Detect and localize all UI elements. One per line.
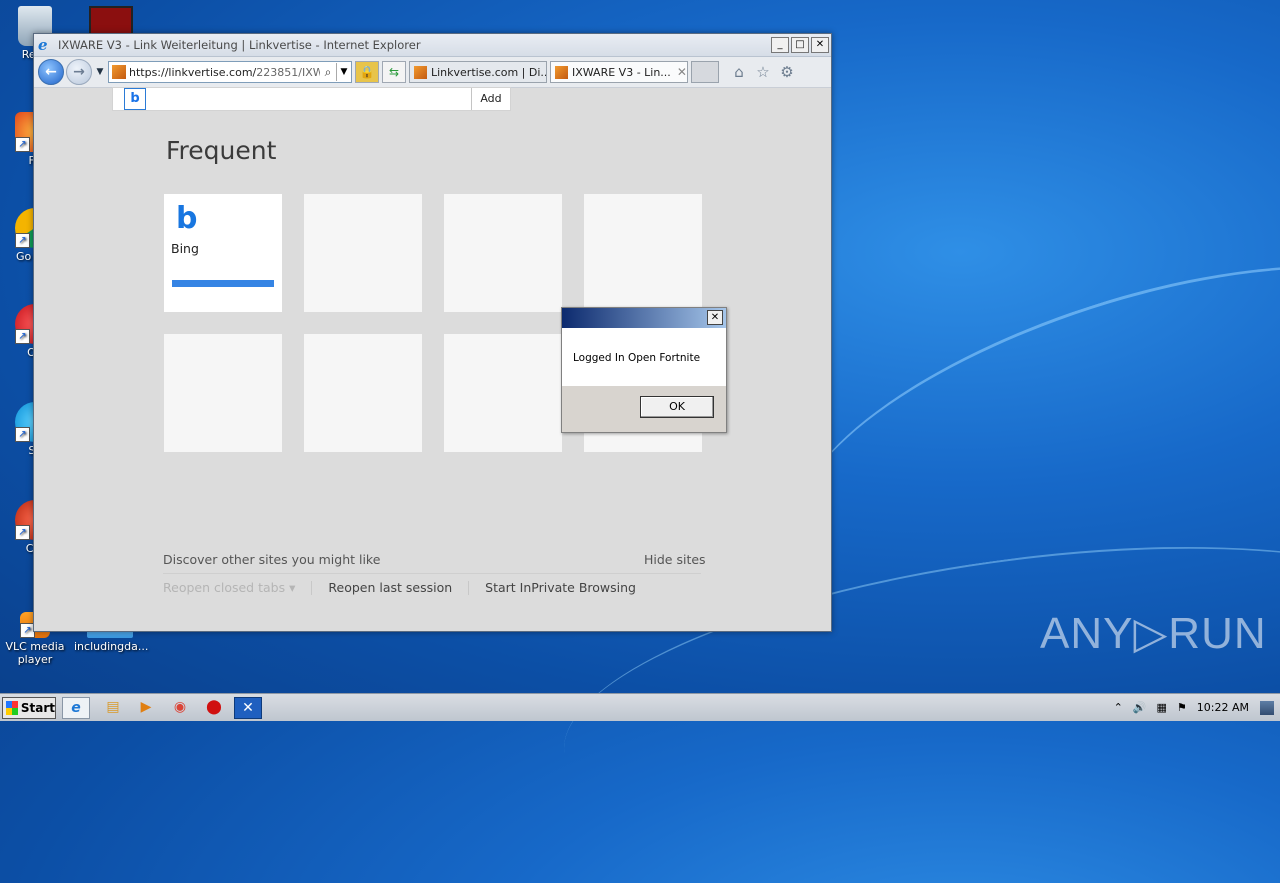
clock[interactable]: 10:22 AM [1197, 701, 1249, 714]
close-tab-icon[interactable]: ✕ [677, 65, 687, 79]
home-icon[interactable]: ⌂ [729, 63, 749, 81]
ie-logo-icon: e [38, 36, 48, 54]
desktop-icon-label: VLC media player [5, 640, 65, 666]
new-tab-button[interactable] [691, 61, 719, 83]
divider [311, 580, 313, 595]
navigation-bar: ← → ▼ https://linkvertise.com/223851/IXW… [34, 57, 831, 88]
ie-titlebar[interactable]: e IXWARE V3 - Link Weiterleitung | Linkv… [34, 34, 831, 57]
search-icon[interactable]: ⌕ [320, 65, 336, 80]
address-url-host: https://linkvertise.com/ [129, 65, 257, 79]
dialog-titlebar[interactable]: ✕ [562, 308, 726, 328]
tile-bing[interactable]: b Bing [164, 194, 282, 312]
message-dialog: ✕ Logged In Open Fortnite OK [561, 307, 727, 433]
tile-empty[interactable] [584, 194, 702, 312]
taskbar-app-icon[interactable]: ✕ [234, 697, 262, 719]
action-center-flag-icon[interactable]: ⚑ [1177, 701, 1187, 714]
shortcut-arrow-icon: ↗ [15, 233, 30, 248]
forward-button[interactable]: → [66, 59, 92, 85]
shortcut-arrow-icon: ↗ [15, 525, 30, 540]
tile-activity-bar [172, 280, 274, 287]
tab-label: IXWARE V3 - Lin... [572, 65, 671, 79]
back-button[interactable]: ← [38, 59, 64, 85]
inprivate-browsing-link[interactable]: Start InPrivate Browsing [485, 580, 636, 595]
tile-empty[interactable] [164, 334, 282, 452]
site-favicon-icon [112, 65, 126, 79]
tray-expand-icon[interactable]: ⌃ [1114, 701, 1123, 714]
tab-favicon-icon [555, 65, 568, 79]
bing-search-input[interactable] [146, 87, 471, 111]
windows-flag-icon [6, 701, 18, 715]
frequent-heading: Frequent [166, 136, 277, 165]
add-button[interactable]: Add [471, 88, 510, 110]
favorites-star-icon[interactable]: ☆ [753, 63, 773, 81]
shortcut-arrow-icon: ↗ [15, 137, 30, 152]
taskbar-ie-icon[interactable]: e [62, 697, 90, 719]
address-dropdown-icon[interactable]: ▼ [336, 63, 351, 81]
start-button[interactable]: Start [2, 697, 56, 719]
shortcut-arrow-icon: ↗ [15, 427, 30, 442]
maximize-button[interactable]: □ [791, 37, 809, 53]
address-bar[interactable]: https://linkvertise.com/223851/IXWAREV: … [108, 61, 352, 83]
chevron-down-icon: ▾ [289, 580, 296, 595]
address-url-path: 223851/IXWAREV: [256, 65, 320, 79]
pdf-file-icon [89, 6, 133, 36]
bing-search-bar: b Add [112, 87, 511, 111]
bing-logo-icon: b [124, 88, 146, 110]
dialog-message: Logged In Open Fortnite [573, 352, 701, 364]
tile-empty[interactable] [304, 334, 422, 452]
bing-icon: b [176, 201, 198, 236]
reopen-last-session-link[interactable]: Reopen last session [328, 580, 452, 595]
window-title: IXWARE V3 - Link Weiterleitung | Linkver… [58, 38, 421, 52]
shortcut-arrow-icon: ↗ [15, 329, 30, 344]
volume-icon[interactable]: 🔊 [1133, 701, 1147, 714]
tile-empty[interactable] [444, 194, 562, 312]
tile-label: Bing [171, 241, 199, 256]
reopen-closed-tabs-link[interactable]: Reopen closed tabs ▾ [163, 580, 295, 595]
tab-ixware[interactable]: IXWARE V3 - Lin... ✕ [550, 61, 688, 83]
discover-sites-link[interactable]: Discover other sites you might like [163, 552, 380, 567]
tile-empty[interactable] [304, 194, 422, 312]
ok-button[interactable]: OK [640, 396, 714, 418]
taskbar: Start e ▤ ▶ ◉ ⬤ ✕ ⌃ 🔊 ▦ ⚑ 10:22 AM [0, 693, 1280, 721]
taskbar-media-player-icon[interactable]: ▶ [133, 697, 159, 717]
close-window-button[interactable]: ✕ [811, 37, 829, 53]
start-label: Start [20, 701, 55, 715]
dialog-close-button[interactable]: ✕ [707, 310, 723, 325]
system-tray: ⌃ 🔊 ▦ ⚑ 10:22 AM [1109, 694, 1280, 721]
show-desktop-button[interactable] [1260, 700, 1274, 715]
history-dropdown-icon[interactable]: ▼ [94, 67, 106, 77]
taskbar-explorer-icon[interactable]: ▤ [100, 697, 126, 717]
tab-label: Linkvertise.com | Di... [431, 65, 547, 79]
reopen-closed-tabs-label: Reopen closed tabs [163, 580, 286, 595]
divider [468, 580, 470, 595]
network-icon[interactable]: ▦ [1157, 701, 1167, 714]
hide-sites-link[interactable]: Hide sites [644, 552, 706, 567]
lock-icon[interactable]: 🔒 [355, 61, 379, 83]
tab-linkvertise[interactable]: Linkvertise.com | Di... [409, 61, 547, 83]
taskbar-chrome-icon[interactable]: ◉ [167, 697, 193, 717]
tab-favicon-icon [414, 65, 427, 79]
divider [163, 573, 701, 574]
desktop-icon-label: includingda... [74, 640, 149, 653]
settings-gear-icon[interactable]: ⚙ [777, 63, 797, 81]
tile-empty[interactable] [444, 334, 562, 452]
anyrun-watermark: ANY▷RUN [1040, 609, 1267, 658]
bottom-links: Reopen closed tabs ▾ Reopen last session… [163, 580, 636, 595]
taskbar-opera-icon[interactable]: ⬤ [201, 697, 227, 717]
minimize-button[interactable]: _ [771, 37, 789, 53]
address-url[interactable]: https://linkvertise.com/223851/IXWAREV: [129, 66, 320, 79]
refresh-icon[interactable]: ⇆ [382, 61, 406, 83]
